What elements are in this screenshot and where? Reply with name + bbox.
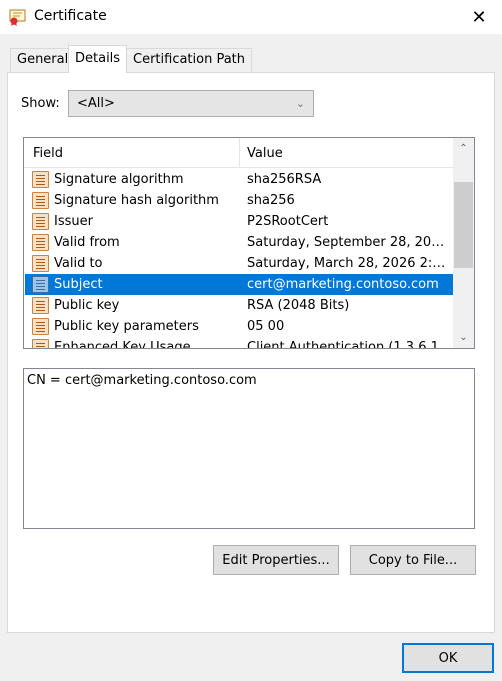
- copy-to-file-button[interactable]: Copy to File...: [350, 545, 476, 575]
- chevron-down-icon: ⌄: [295, 97, 305, 110]
- tab-label: General: [17, 52, 69, 67]
- scroll-down-arrow-icon[interactable]: ⌄: [453, 327, 474, 348]
- field-name: Valid from: [54, 235, 120, 250]
- list-header: Field Value: [24, 138, 454, 168]
- list-item[interactable]: Signature hash algorithm sha256: [25, 190, 453, 211]
- list-item[interactable]: Valid to Saturday, March 28, 2026 2:20..…: [25, 253, 453, 274]
- ok-label: OK: [438, 650, 458, 666]
- field-icon: [32, 192, 49, 209]
- field-value: cert@marketing.contoso.com: [247, 277, 439, 292]
- list-item[interactable]: Signature algorithm sha256RSA: [25, 169, 453, 190]
- list-item[interactable]: Issuer P2SRootCert: [25, 211, 453, 232]
- ok-button[interactable]: OK: [402, 643, 494, 673]
- field-name: Public key: [54, 298, 120, 313]
- show-selected-value: <All>: [77, 96, 115, 111]
- close-button[interactable]: ✕: [456, 0, 502, 34]
- field-icon: [32, 339, 49, 348]
- field-name: Signature hash algorithm: [54, 193, 219, 208]
- field-value: Saturday, March 28, 2026 2:20...: [247, 256, 452, 271]
- column-divider[interactable]: [239, 138, 240, 168]
- field-icon: [32, 276, 49, 293]
- field-name: Enhanced Key Usage: [54, 340, 191, 349]
- field-icon: [32, 234, 49, 251]
- field-value: RSA (2048 Bits): [247, 298, 350, 313]
- scroll-up-arrow-icon[interactable]: ⌃: [453, 138, 474, 159]
- tab-certification-path[interactable]: Certification Path: [126, 48, 253, 72]
- field-detail-text: CN = cert@marketing.contoso.com: [27, 373, 257, 388]
- show-dropdown[interactable]: <All> ⌄: [68, 90, 314, 117]
- tab-label: Details: [75, 51, 121, 66]
- tab-label: Certification Path: [133, 52, 246, 67]
- list-item[interactable]: Valid from Saturday, September 28, 2024 …: [25, 232, 453, 253]
- field-value: P2SRootCert: [247, 214, 329, 229]
- title-bar: Certificate ✕: [0, 0, 502, 34]
- field-detail-textbox[interactable]: CN = cert@marketing.contoso.com: [23, 368, 475, 529]
- column-header-field[interactable]: Field: [33, 146, 63, 161]
- field-icon: [32, 171, 49, 188]
- field-icon: [32, 318, 49, 335]
- tab-general[interactable]: General: [10, 48, 76, 72]
- field-value: Saturday, September 28, 2024 ...: [247, 235, 452, 250]
- column-header-value[interactable]: Value: [247, 146, 283, 161]
- field-name: Signature algorithm: [54, 172, 184, 187]
- edit-properties-button[interactable]: Edit Properties...: [213, 545, 339, 575]
- field-name: Valid to: [54, 256, 103, 271]
- field-value: sha256: [247, 193, 295, 208]
- field-value: sha256RSA: [247, 172, 322, 187]
- field-name: Public key parameters: [54, 319, 199, 334]
- field-name: Issuer: [54, 214, 93, 229]
- field-name: Subject: [54, 277, 103, 292]
- list-item-selected[interactable]: Subject cert@marketing.contoso.com: [25, 274, 453, 295]
- field-icon: [32, 255, 49, 272]
- field-value: 05 00: [247, 319, 285, 334]
- field-icon: [32, 297, 49, 314]
- field-value: Client Authentication (1.3.6.1.5...: [247, 340, 452, 349]
- tab-details[interactable]: Details: [68, 45, 128, 73]
- certificate-icon: [9, 9, 26, 26]
- list-item[interactable]: Enhanced Key Usage Client Authentication…: [25, 337, 453, 349]
- show-label: Show:: [21, 96, 60, 111]
- list-item[interactable]: Public key RSA (2048 Bits): [25, 295, 453, 316]
- list-item[interactable]: Public key parameters 05 00: [25, 316, 453, 337]
- field-icon: [32, 213, 49, 230]
- vertical-scrollbar[interactable]: ⌃ ⌄: [453, 138, 474, 348]
- window-title: Certificate: [34, 8, 107, 24]
- fields-list[interactable]: Field Value Signature algorithm sha256RS…: [23, 137, 475, 349]
- close-icon: ✕: [471, 6, 487, 28]
- edit-properties-label: Edit Properties...: [222, 552, 330, 568]
- copy-to-file-label: Copy to File...: [368, 552, 458, 568]
- scroll-thumb[interactable]: [454, 182, 473, 268]
